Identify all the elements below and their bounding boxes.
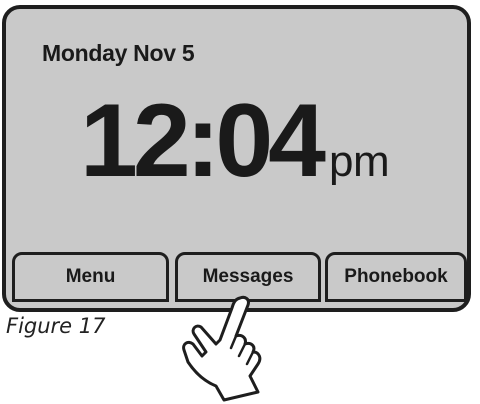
figure-caption: Figure 17: [6, 314, 106, 338]
clock-time: 12:04: [80, 83, 326, 199]
clock-display: 12:04 pm: [80, 89, 390, 193]
phonebook-softkey[interactable]: Phonebook: [325, 252, 467, 302]
clock-ampm: pm: [329, 137, 390, 186]
pointing-hand-icon: [182, 295, 262, 402]
menu-softkey[interactable]: Menu: [12, 252, 169, 302]
date-label: Monday Nov 5: [42, 40, 195, 66]
